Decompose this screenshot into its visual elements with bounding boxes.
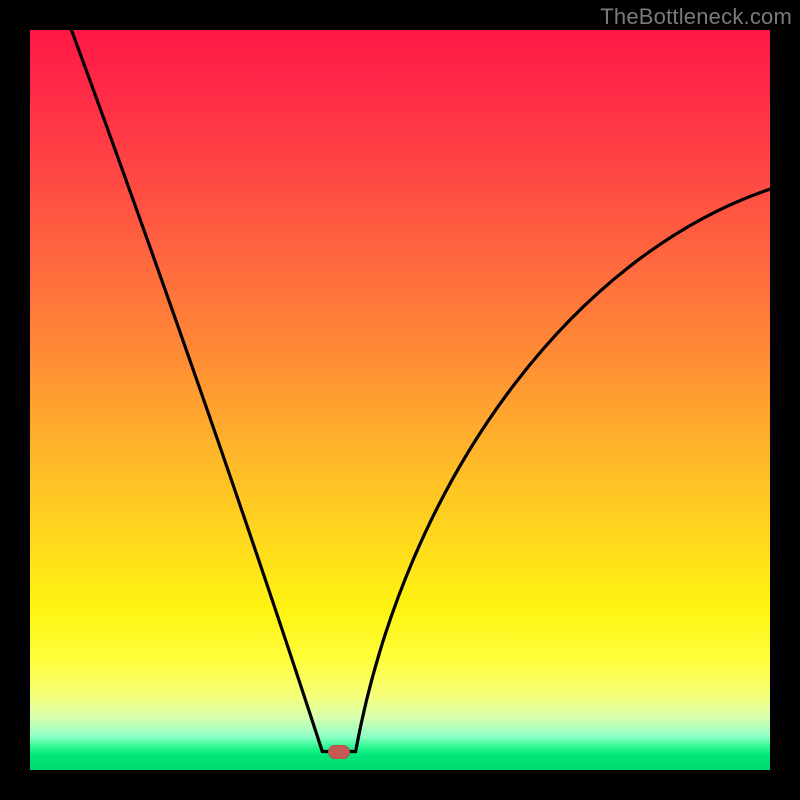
curve-right bbox=[322, 189, 770, 751]
bottleneck-marker bbox=[328, 745, 350, 759]
curve-left bbox=[63, 8, 322, 752]
plot-area bbox=[30, 30, 770, 770]
watermark-text: TheBottleneck.com bbox=[600, 4, 792, 30]
chart-frame: TheBottleneck.com bbox=[0, 0, 800, 800]
curve-svg bbox=[30, 30, 770, 770]
